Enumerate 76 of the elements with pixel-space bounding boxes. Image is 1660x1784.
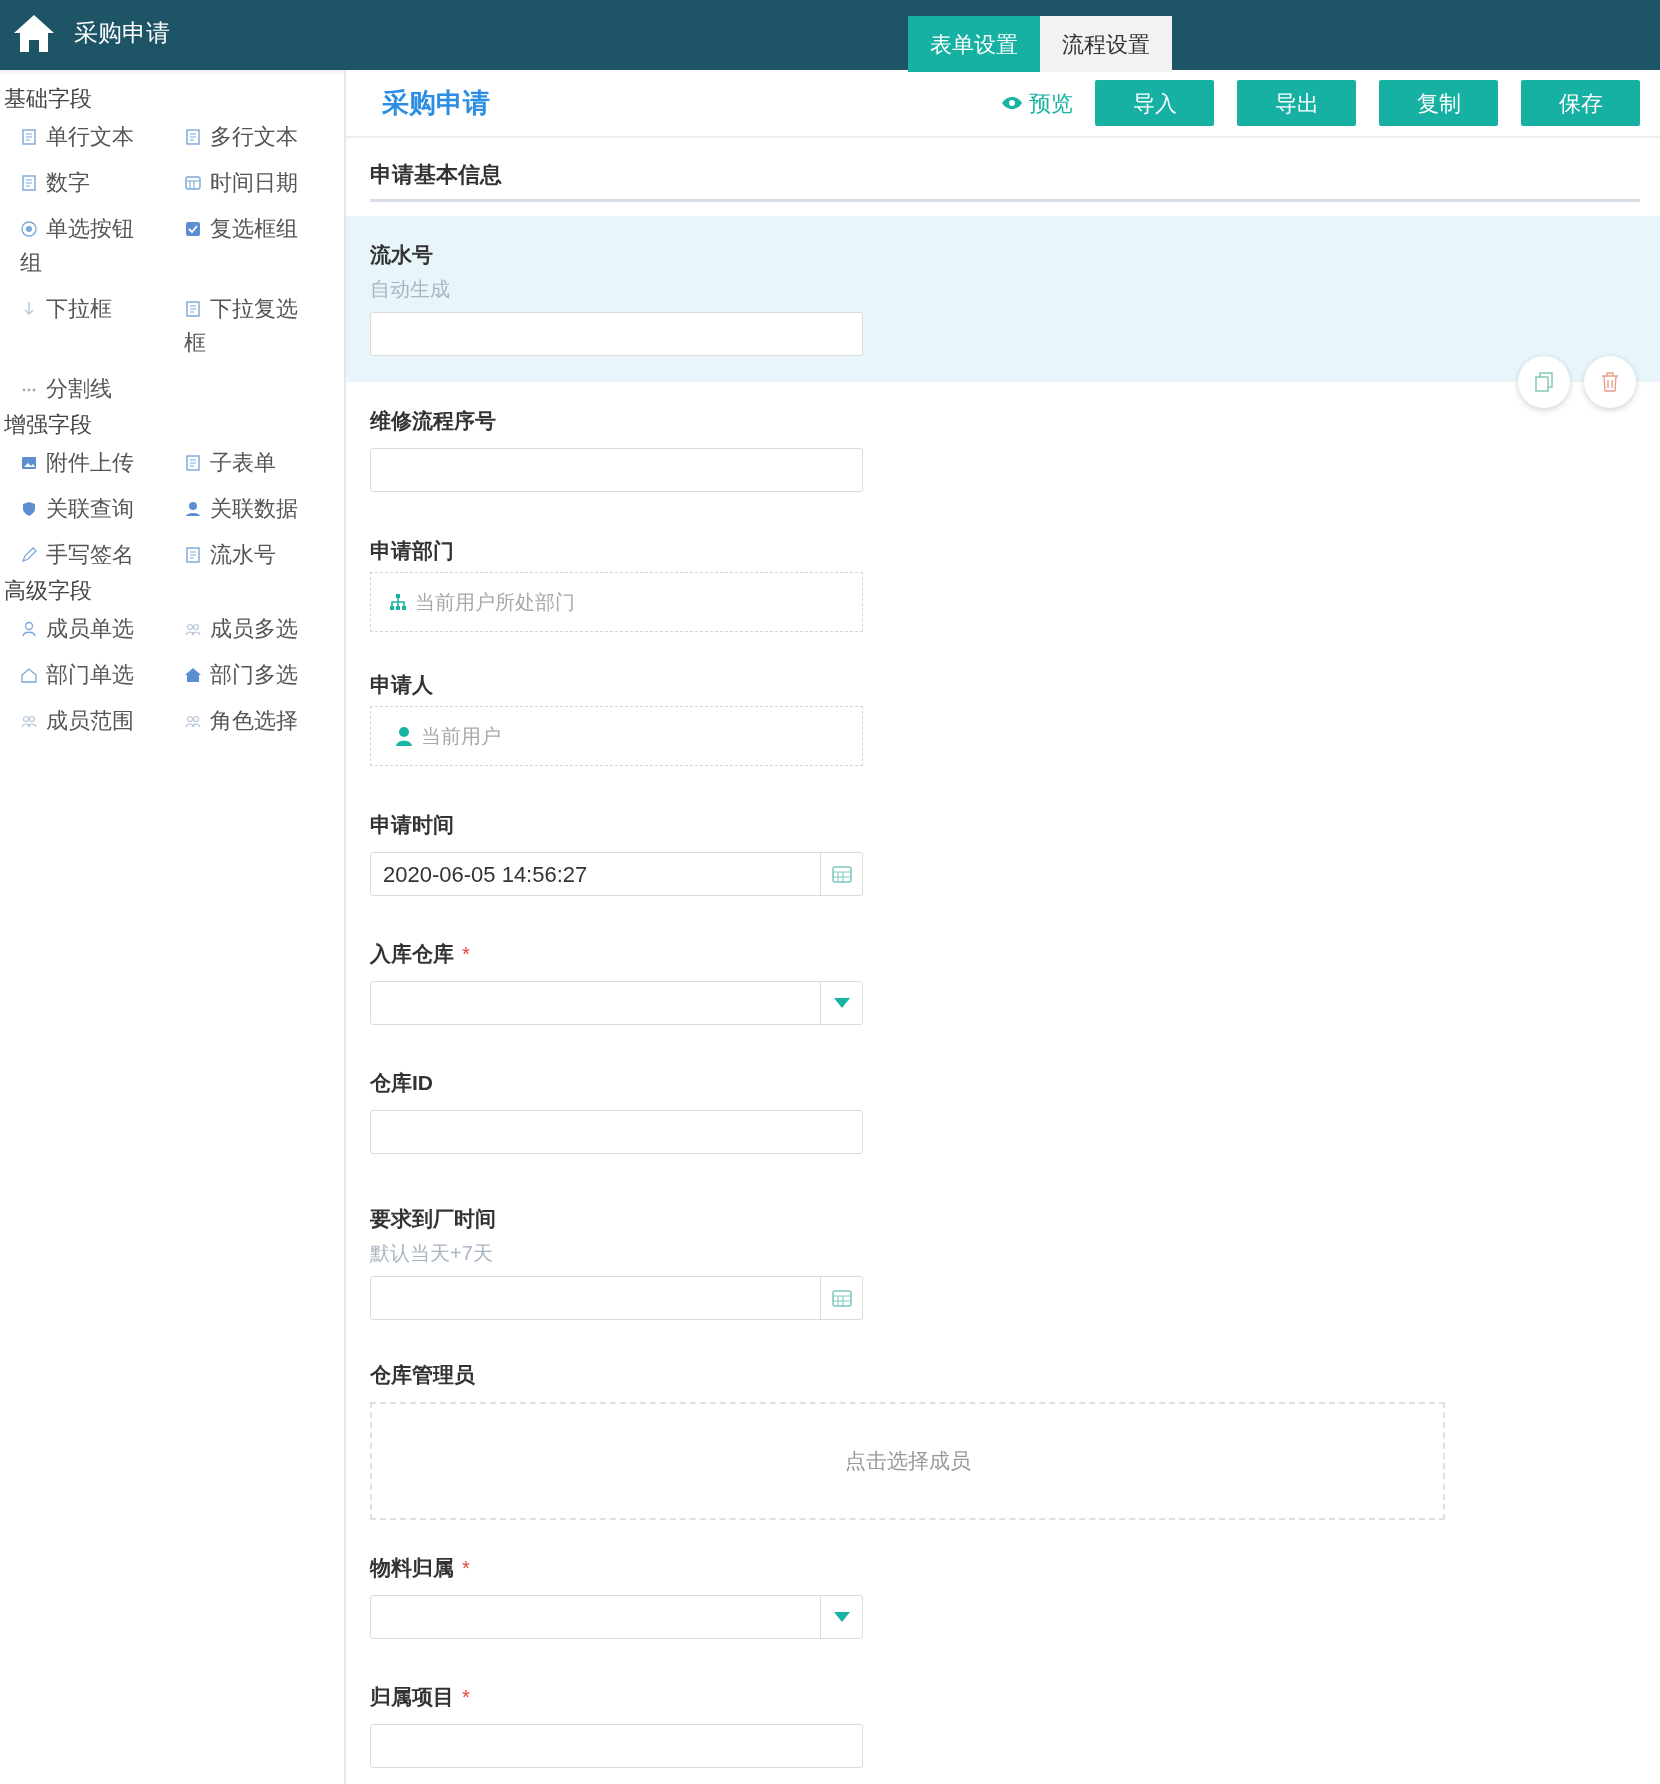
field-type-item[interactable]: 下拉复选框 xyxy=(184,292,316,360)
field-label: 仓库ID xyxy=(370,1070,433,1096)
person-icon xyxy=(395,726,413,746)
copy-button[interactable] xyxy=(1518,356,1570,408)
image-icon xyxy=(20,454,38,472)
shield-icon xyxy=(20,500,38,518)
field-type-item[interactable]: 附件上传 xyxy=(20,446,152,480)
field-type-item[interactable]: 多行文本 xyxy=(184,120,316,154)
field-label: 申请人 xyxy=(370,672,433,698)
copy-icon xyxy=(1535,372,1553,392)
radio-icon xyxy=(20,220,38,238)
document-icon xyxy=(184,300,202,318)
section-title: 基础字段 xyxy=(3,85,93,113)
person-icon xyxy=(184,500,202,518)
field-label: 物料归属 xyxy=(370,1555,454,1581)
field-type-item[interactable]: 成员单选 xyxy=(20,612,152,646)
field-placeholder: 当前用户 xyxy=(421,724,501,749)
eye-icon xyxy=(1001,96,1023,110)
field-hint: 默认当天+7天 xyxy=(370,1241,494,1266)
field-type-item[interactable]: 子表单 xyxy=(184,446,316,480)
field-type-item[interactable]: 数字 xyxy=(20,166,152,200)
input-field[interactable] xyxy=(370,312,863,356)
required-mark: * xyxy=(462,1558,470,1578)
document-icon xyxy=(184,454,202,472)
field-label: 申请时间 xyxy=(370,812,454,838)
field-type-item[interactable]: 成员多选 xyxy=(184,612,316,646)
required-mark: * xyxy=(462,1687,470,1707)
field-hint: 自动生成 xyxy=(370,277,451,302)
field-type-item[interactable]: 复选框组 xyxy=(184,212,316,280)
section-title: 高级字段 xyxy=(3,577,93,605)
field-type-item[interactable]: 手写签名 xyxy=(20,538,152,572)
org-chart-icon xyxy=(389,593,407,611)
input-field[interactable] xyxy=(370,1110,863,1154)
field-label: 入库仓库 xyxy=(370,941,454,967)
document-icon xyxy=(20,128,38,146)
section-title: 增强字段 xyxy=(3,411,93,439)
input-field[interactable] xyxy=(370,448,863,492)
field-type-item[interactable]: 成员范围 xyxy=(20,704,152,738)
input-field[interactable] xyxy=(370,1724,863,1768)
section-heading: 申请基本信息 xyxy=(370,158,1640,202)
field-type-item[interactable]: 流水号 xyxy=(184,538,316,572)
field-type-item[interactable]: 角色选择 xyxy=(184,704,316,738)
field-type-item[interactable]: 部门单选 xyxy=(20,658,152,692)
checkbox-icon xyxy=(184,220,202,238)
tab[interactable]: 流程设置 xyxy=(1040,16,1172,72)
trash-icon xyxy=(1601,372,1619,392)
field-type-item[interactable]: 单行文本 xyxy=(20,120,152,154)
field-type-item[interactable]: 关联数据 xyxy=(184,492,316,526)
home-icon[interactable] xyxy=(12,12,56,54)
delete-button[interactable] xyxy=(1584,356,1636,408)
field-placeholder: 当前用户所处部门 xyxy=(415,590,575,615)
house-icon xyxy=(20,666,38,684)
house-icon xyxy=(184,666,202,684)
field-label: 归属项目 xyxy=(370,1684,454,1710)
document-icon xyxy=(20,174,38,192)
pen-icon xyxy=(20,546,38,564)
dots-icon xyxy=(22,388,36,393)
field-label: 要求到厂时间 xyxy=(370,1206,496,1232)
calendar-icon xyxy=(184,174,202,192)
field-label: 维修流程序号 xyxy=(370,408,496,434)
app-title: 采购申请 xyxy=(74,18,170,48)
field-type-item[interactable]: 下拉框 xyxy=(20,292,152,360)
selected-field-row[interactable]: 流水号 自动生成 xyxy=(346,216,1660,382)
field-type-item[interactable]: 分割线 xyxy=(20,372,152,406)
form-title: 采购申请 xyxy=(382,86,491,120)
field-type-item[interactable]: 部门多选 xyxy=(184,658,316,692)
field-label: 仓库管理员 xyxy=(370,1362,475,1388)
field-type-item[interactable]: 单选按钮组 xyxy=(20,212,152,280)
field-type-item[interactable]: 时间日期 xyxy=(184,166,316,200)
document-icon xyxy=(184,128,202,146)
document-icon xyxy=(184,546,202,564)
field-type-item[interactable]: 关联查询 xyxy=(20,492,152,526)
field-label: 申请部门 xyxy=(370,538,454,564)
required-mark: * xyxy=(462,944,470,964)
field-label: 流水号 xyxy=(370,242,433,268)
user-icon xyxy=(20,620,38,638)
